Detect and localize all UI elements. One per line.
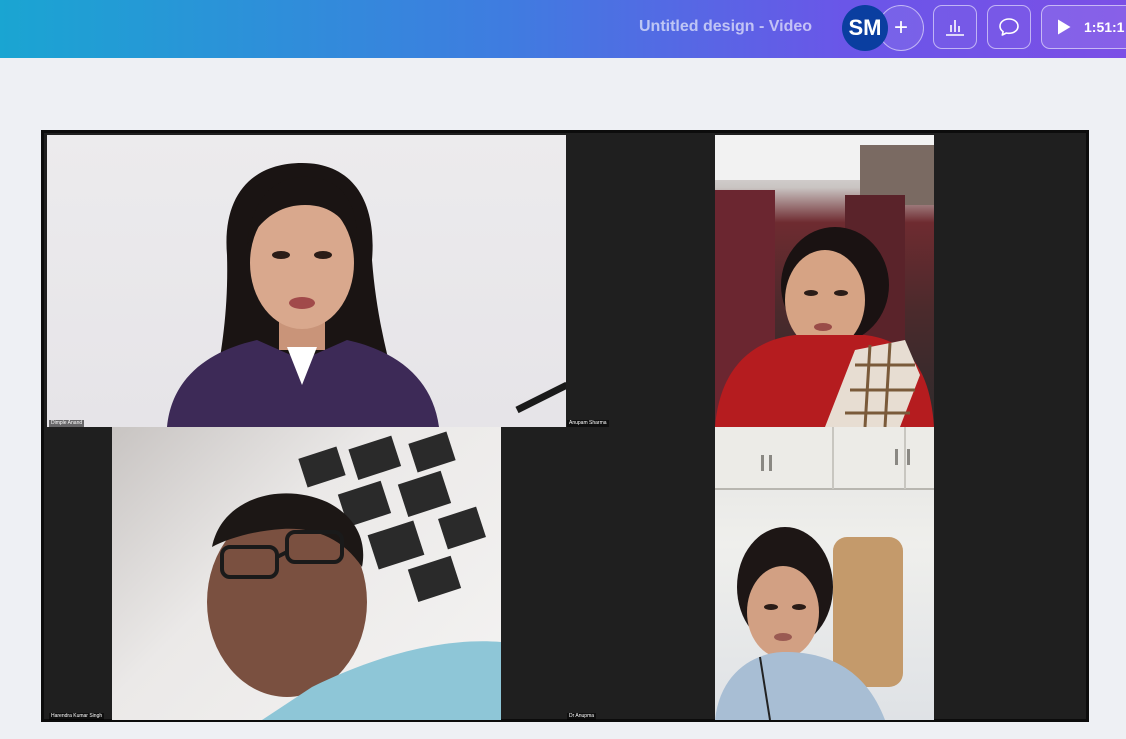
comment-button[interactable] [987, 5, 1031, 49]
participant-video-2 [715, 135, 934, 427]
participant-name-tag: Harendra Kumar Singh [49, 713, 105, 720]
participant-figure [715, 135, 934, 427]
user-avatar[interactable]: SM [842, 5, 888, 51]
play-icon [1056, 18, 1072, 36]
insights-button[interactable] [933, 5, 977, 49]
participant-video-4 [715, 427, 934, 720]
participant-name-tag: Dimple Anand [49, 420, 85, 427]
participant-figure [207, 431, 501, 720]
plus-icon: + [893, 14, 908, 41]
participant-figure [167, 163, 566, 427]
speech-bubble-icon [999, 18, 1019, 36]
participant-video-1 [47, 135, 566, 427]
participant-figure [715, 427, 934, 720]
editor-top-bar: Untitled design - Video SM + 1:51:1 [0, 0, 1126, 58]
video-canvas[interactable]: Dimple Anand Anupam Sharma Harendra Kuma… [41, 130, 1089, 722]
avatar-initials: SM [848, 15, 882, 40]
play-preview-button[interactable]: 1:51:1 [1041, 5, 1126, 49]
participant-name-tag: Dr Anupma [567, 713, 597, 720]
video-duration: 1:51:1 [1084, 19, 1125, 35]
participant-video-3 [112, 427, 501, 720]
document-title[interactable]: Untitled design - Video [639, 18, 812, 36]
participant-name-tag: Anupam Sharma [567, 420, 609, 427]
bar-chart-icon [946, 20, 964, 36]
